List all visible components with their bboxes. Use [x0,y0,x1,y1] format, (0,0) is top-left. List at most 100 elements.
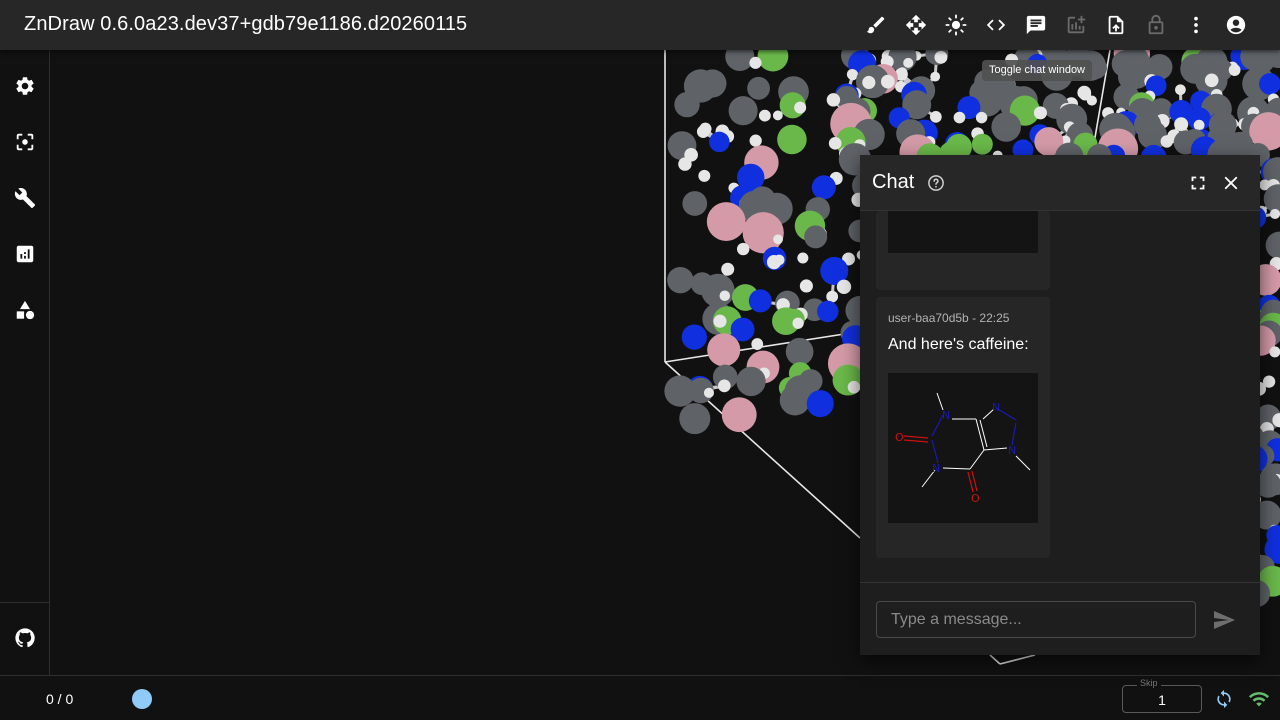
atom[interactable] [751,338,764,350]
atom[interactable] [1265,231,1280,259]
atom[interactable] [806,390,834,418]
atom[interactable] [698,169,711,182]
atom[interactable] [696,125,710,138]
sidebar-item-geometries[interactable] [5,290,45,330]
atom[interactable] [991,112,1021,142]
atom[interactable] [826,290,839,303]
atom[interactable] [682,191,708,216]
atom[interactable] [1086,95,1097,106]
wifi-icon [1248,692,1270,707]
atom[interactable] [1033,106,1047,120]
atom[interactable] [777,124,807,155]
atom[interactable] [719,290,731,302]
atom[interactable] [847,380,861,394]
atom[interactable] [681,324,707,350]
upload-file-button[interactable] [1096,5,1136,45]
atom[interactable] [773,234,783,245]
atom[interactable] [664,375,696,407]
skip-field[interactable]: Skip 1 [1122,678,1202,713]
atom[interactable] [1204,73,1219,88]
atom[interactable] [749,134,762,147]
atom[interactable] [929,110,942,123]
more-options-button[interactable] [1176,5,1216,45]
atom[interactable] [748,289,772,313]
atom[interactable] [826,93,841,107]
upload-file-icon [1108,15,1124,35]
atom[interactable] [792,317,804,329]
atom[interactable] [749,56,762,69]
atom[interactable] [975,111,988,124]
atom[interactable] [772,110,783,121]
account-button[interactable] [1216,5,1256,45]
atom[interactable] [934,50,948,64]
atom[interactable] [1160,135,1174,148]
atom[interactable] [721,397,757,433]
atom[interactable] [717,379,731,393]
atom[interactable] [903,57,914,68]
code-button[interactable] [976,5,1016,45]
lock-button[interactable] [1136,5,1176,45]
atom[interactable] [1269,346,1280,358]
sidebar-item-settings[interactable] [5,66,45,106]
atom[interactable] [1193,119,1205,131]
atom[interactable] [707,333,741,367]
atom[interactable] [667,266,694,294]
svg-text:N: N [992,401,1000,414]
atom[interactable] [1175,84,1186,96]
message-input[interactable] [876,601,1196,638]
close-icon[interactable] [1220,172,1242,194]
atom[interactable] [930,71,941,82]
atom[interactable] [971,133,993,155]
atom[interactable] [1174,117,1189,132]
atom[interactable] [794,101,807,114]
atom[interactable] [816,300,839,323]
atom[interactable] [1228,64,1241,76]
sidebar-item-analysis[interactable] [5,234,45,274]
atom[interactable] [757,50,789,72]
atom[interactable] [828,137,842,150]
sidebar-item-modifiers[interactable] [5,178,45,218]
atom[interactable] [728,96,758,126]
frame-slider-thumb[interactable] [132,689,152,709]
atom[interactable] [747,76,770,100]
help-icon[interactable] [927,174,945,192]
atom[interactable] [880,74,895,89]
chat-toggle-button[interactable] [1016,5,1056,45]
message-text: And here's caffeine: [888,336,1029,353]
github-link[interactable] [5,618,45,658]
atom[interactable] [701,273,735,308]
fullscreen-icon[interactable] [1187,172,1209,194]
atom[interactable] [721,262,735,276]
atom[interactable] [736,366,766,397]
sync-icon[interactable] [1214,689,1234,709]
atom[interactable] [953,111,966,124]
add-plot-button[interactable] [1056,5,1096,45]
atom[interactable] [836,279,852,295]
atom[interactable] [709,131,730,153]
atom[interactable] [713,314,727,328]
move-mode-button[interactable] [896,5,936,45]
send-icon[interactable] [1212,608,1236,632]
atom[interactable] [779,384,811,416]
atom[interactable] [785,337,814,366]
skip-value[interactable]: 1 [1123,692,1201,708]
atom[interactable] [1259,73,1280,95]
atom[interactable] [862,75,876,90]
atom[interactable] [766,254,782,270]
atom[interactable] [758,109,771,122]
atom[interactable] [804,225,828,249]
atom[interactable] [799,279,813,293]
atom[interactable] [1269,208,1280,220]
atom[interactable] [678,157,692,171]
atom[interactable] [703,387,715,398]
atom[interactable] [674,91,700,118]
atom[interactable] [797,252,809,264]
theme-toggle-button[interactable] [936,5,976,45]
atom[interactable] [706,202,746,241]
atom[interactable] [679,403,711,435]
sidebar-item-selection[interactable] [5,122,45,162]
atom[interactable] [736,242,750,256]
drawing-mode-button[interactable] [856,5,896,45]
chat-message-list[interactable]: user-baa70d5b - 22:25 And here's caffein… [860,211,1260,582]
atom[interactable] [811,175,836,200]
